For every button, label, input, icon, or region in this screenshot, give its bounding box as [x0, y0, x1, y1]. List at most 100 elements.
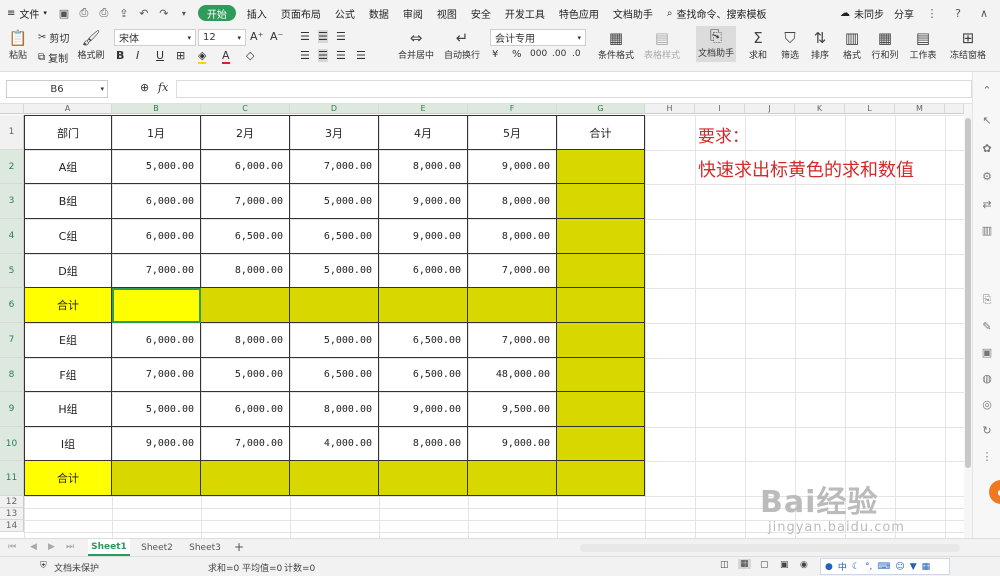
row-header-4[interactable]: 4: [0, 219, 24, 254]
row-label-cell[interactable]: 合计: [24, 288, 112, 323]
side-select-icon[interactable]: ↖: [979, 112, 995, 128]
export-icon[interactable]: ⇪: [117, 6, 131, 20]
table-cell[interactable]: 6,000.00: [201, 392, 290, 427]
col-header-b[interactable]: B: [112, 104, 201, 114]
side-edit-icon[interactable]: ✎: [979, 318, 995, 334]
tab-doc-helper[interactable]: 文档助手: [606, 0, 660, 26]
col-header-k[interactable]: K: [795, 104, 845, 114]
paste-button[interactable]: 📋 粘贴: [6, 28, 30, 61]
table-cell[interactable]: 9,000.00: [112, 427, 201, 461]
header-cell[interactable]: 部门: [24, 115, 112, 150]
active-cell[interactable]: [112, 288, 201, 323]
side-shield-icon[interactable]: ◍: [979, 370, 995, 386]
table-cell[interactable]: [379, 461, 468, 496]
align-top-button[interactable]: ☰: [300, 30, 310, 43]
row-header-6[interactable]: 6: [0, 288, 24, 323]
freeze-panes-button[interactable]: ⊞ 冻结窗格: [946, 28, 990, 61]
table-cell[interactable]: [557, 184, 645, 219]
formula-input[interactable]: [176, 80, 972, 98]
table-cell[interactable]: 9,000.00: [468, 150, 557, 184]
table-cell[interactable]: 8,000.00: [201, 254, 290, 288]
table-cell[interactable]: 5,000.00: [201, 358, 290, 392]
table-cell[interactable]: 6,500.00: [290, 219, 379, 254]
row-label-cell[interactable]: C组: [24, 219, 112, 254]
table-style-button[interactable]: ▤ 表格样式: [642, 28, 682, 61]
col-header-g[interactable]: G: [557, 104, 645, 114]
add-sheet-icon[interactable]: +: [234, 540, 244, 554]
table-cell[interactable]: [557, 461, 645, 496]
bold-button[interactable]: B: [116, 49, 124, 62]
tab-formulas[interactable]: 公式: [328, 0, 362, 26]
scroll-thumb[interactable]: [965, 118, 971, 468]
table-cell[interactable]: 6,000.00: [112, 323, 201, 358]
table-cell[interactable]: [379, 288, 468, 323]
font-name-select[interactable]: 宋体 ▾: [114, 29, 196, 46]
table-cell[interactable]: 9,000.00: [379, 392, 468, 427]
table-cell[interactable]: 6,500.00: [201, 219, 290, 254]
horizontal-scrollbar[interactable]: [580, 544, 960, 552]
table-cell[interactable]: 5,000.00: [290, 323, 379, 358]
col-header-m[interactable]: M: [895, 104, 945, 114]
table-cell[interactable]: [468, 288, 557, 323]
col-header-h[interactable]: H: [645, 104, 695, 114]
row-label-cell[interactable]: 合计: [24, 461, 112, 496]
currency-button[interactable]: ¥: [492, 49, 498, 60]
filter-button[interactable]: ⛉ 筛选: [776, 28, 804, 61]
redo-icon[interactable]: ↷: [157, 6, 171, 20]
next-sheet-icon[interactable]: ▶: [48, 542, 55, 552]
ime-toolbar[interactable]: ● 中 ☾ °, ⌨ ☺ ▼ ▦: [820, 558, 950, 575]
table-cell[interactable]: 6,500.00: [379, 323, 468, 358]
table-cell[interactable]: [557, 288, 645, 323]
side-document-icon[interactable]: ⎘: [979, 292, 995, 308]
doc-helper-button[interactable]: ⎘ 文档助手: [696, 26, 736, 62]
table-cell[interactable]: 6,500.00: [379, 358, 468, 392]
merge-center-button[interactable]: ⇔ 合并居中: [396, 28, 436, 61]
table-cell[interactable]: 9,000.00: [379, 219, 468, 254]
side-image-icon[interactable]: ▣: [979, 344, 995, 360]
col-header-f[interactable]: F: [468, 104, 557, 114]
header-cell[interactable]: 4月: [379, 115, 468, 150]
worksheet-button[interactable]: ▤ 工作表: [906, 28, 940, 61]
table-cell[interactable]: [557, 427, 645, 461]
tab-review[interactable]: 审阅: [396, 0, 430, 26]
table-cell[interactable]: [201, 288, 290, 323]
col-header-d[interactable]: D: [290, 104, 379, 114]
conditional-format-button[interactable]: ▦ 条件格式: [596, 28, 636, 61]
table-cell[interactable]: 5,000.00: [290, 184, 379, 219]
share-button[interactable]: 分享: [892, 0, 916, 26]
table-cell[interactable]: 7,000.00: [468, 323, 557, 358]
table-cell[interactable]: 4,000.00: [290, 427, 379, 461]
side-arrow-icon[interactable]: ⌃: [979, 82, 995, 98]
table-cell[interactable]: 6,000.00: [112, 219, 201, 254]
table-cell[interactable]: 8,000.00: [468, 184, 557, 219]
align-center-button[interactable]: ☰: [318, 49, 328, 62]
sheet-grid[interactable]: A B C D E F G H I J K L M 1 2 3 4 5 6 7 …: [0, 104, 964, 538]
col-header-l[interactable]: L: [845, 104, 895, 114]
table-cell[interactable]: 9,000.00: [379, 184, 468, 219]
header-cell[interactable]: 5月: [468, 115, 557, 150]
underline-button[interactable]: U: [156, 49, 164, 62]
last-sheet-icon[interactable]: ⏭: [66, 542, 74, 552]
row-header-11[interactable]: 11: [0, 461, 24, 496]
row-header-3[interactable]: 3: [0, 184, 24, 219]
autosum-button[interactable]: Σ 求和: [744, 28, 772, 61]
zoom-icon[interactable]: ⊕: [140, 81, 149, 94]
rows-columns-button[interactable]: ▦ 行和列: [868, 28, 902, 61]
row-header-9[interactable]: 9: [0, 392, 24, 427]
table-cell[interactable]: [290, 288, 379, 323]
header-cell[interactable]: 3月: [290, 115, 379, 150]
table-cell[interactable]: 48,000.00: [468, 358, 557, 392]
header-cell[interactable]: 合计: [557, 115, 645, 150]
col-header-j[interactable]: J: [745, 104, 795, 114]
table-cell[interactable]: 8,000.00: [379, 150, 468, 184]
side-history-icon[interactable]: ↻: [979, 422, 995, 438]
table-cell[interactable]: [557, 323, 645, 358]
number-format-select[interactable]: 会计专用 ▾: [490, 29, 586, 46]
file-menu[interactable]: ≡ 文件 ▾: [0, 0, 54, 26]
row-label-cell[interactable]: F组: [24, 358, 112, 392]
row-label-cell[interactable]: D组: [24, 254, 112, 288]
row-header-2[interactable]: 2: [0, 150, 24, 184]
first-sheet-icon[interactable]: ⏮: [8, 542, 16, 552]
side-chart-icon[interactable]: ▥: [979, 222, 995, 238]
command-search[interactable]: ⌕ 查找命令、搜索模板: [660, 0, 774, 26]
